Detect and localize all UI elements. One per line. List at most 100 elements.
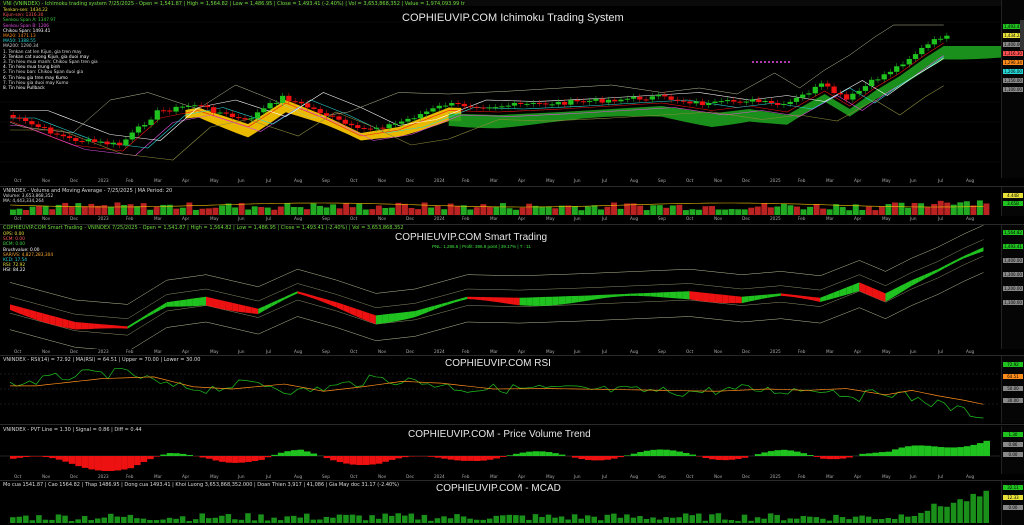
ichimoku-chart[interactable]: [0, 0, 1024, 178]
volume-bar: [467, 209, 474, 215]
candle: [931, 39, 937, 45]
candle: [35, 124, 41, 128]
ichimoku-pane[interactable]: VNI (VNINDEX) - Ichimoku trading system …: [0, 0, 1024, 178]
candle: [687, 101, 693, 104]
candle: [236, 117, 242, 119]
macd-bar: [689, 515, 695, 523]
smart-trading-pane[interactable]: COPHIEUVIP.COM Smart Trading - VNINDEX 7…: [0, 224, 1024, 349]
candle: [455, 103, 461, 105]
pvt-bar: [826, 456, 834, 460]
candle: [699, 101, 706, 106]
candle: [254, 112, 261, 119]
trend-fill: [944, 262, 951, 269]
trend-fill: [571, 295, 579, 304]
trend-fill: [617, 293, 625, 297]
candle: [117, 142, 123, 146]
trend-fill: [545, 296, 553, 306]
pvt-bar: [500, 456, 507, 457]
macd-pane[interactable]: Mo cua 1541.87 | Cao 1564.82 | Thap 1486…: [0, 481, 1024, 525]
volume-bar: [833, 204, 840, 215]
candle: [98, 141, 104, 143]
pvt-bar: [637, 452, 644, 456]
candle: [712, 101, 718, 104]
macd-bar: [493, 515, 499, 523]
macd-bar: [643, 518, 650, 523]
volume-chart[interactable]: [0, 187, 1024, 216]
pvt-bar: [94, 456, 102, 471]
trend-fill: [911, 277, 919, 286]
date-label: May: [882, 178, 891, 183]
volume-bar: [794, 206, 800, 215]
rsi-pane[interactable]: VNINDEX - RSI(14) = 72.92 | MA(RSI) = 64…: [0, 356, 1024, 423]
pvt-bar: [976, 443, 984, 456]
volume-bar: [179, 207, 186, 215]
macd-bar: [715, 513, 722, 523]
candle: [593, 98, 599, 101]
candle: [424, 111, 430, 115]
candle: [173, 106, 179, 112]
volume-bar: [114, 202, 121, 215]
candle: [367, 128, 373, 130]
candle: [279, 95, 286, 103]
candle: [211, 107, 217, 113]
candle: [900, 64, 906, 67]
pvt-pane[interactable]: VNINDEX - PVT Line = 1.30 | Signal = 0.8…: [0, 426, 1024, 474]
volume-bar: [735, 209, 742, 215]
rsi-line: [9, 367, 984, 419]
pvt-bar: [304, 451, 311, 456]
macd-bar: [395, 513, 401, 523]
pvt-bar: [441, 456, 448, 459]
candle: [54, 133, 60, 135]
macd-bar: [650, 517, 656, 523]
date-label: Dec: [742, 216, 751, 221]
trend-fill: [356, 308, 363, 320]
pvt-bar: [794, 451, 801, 456]
date-label: Jul: [266, 216, 272, 221]
macd-bar: [186, 520, 192, 523]
date-label: Oct: [350, 349, 358, 354]
volume-bar: [225, 203, 232, 215]
axis-value-tag: 1,150.00: [1003, 78, 1023, 83]
trend-fill: [643, 292, 651, 297]
trend-fill: [918, 274, 925, 283]
axis-value-tag: 1,564.82: [1003, 230, 1023, 235]
trend-fill: [552, 296, 559, 306]
scrollbar[interactable]: [1020, 20, 1024, 50]
candle: [85, 139, 91, 142]
pvt-bar: [173, 453, 180, 456]
axis-value-tag: 0.00: [1003, 452, 1023, 457]
date-label: Oct: [14, 349, 22, 354]
axis-value-tag: 0.00: [1003, 505, 1023, 510]
volume-bar: [238, 203, 245, 215]
trend-fill: [212, 298, 220, 309]
pvt-bar: [258, 456, 265, 460]
pvt-bar: [382, 456, 389, 462]
trend-fill: [735, 296, 742, 304]
volume-pane[interactable]: VNINDEX - Volume and Moving Average - 7/…: [0, 187, 1024, 216]
trend-fill: [101, 324, 108, 329]
candle: [718, 101, 724, 103]
macd-bar: [415, 519, 421, 523]
volume-bar: [219, 205, 225, 215]
macd-bar: [264, 520, 271, 523]
macd-bar: [375, 518, 382, 523]
date-label: Dec: [742, 349, 751, 354]
volume-bar: [147, 209, 154, 215]
pvt-bar: [284, 451, 291, 456]
volume-bar: [297, 207, 304, 215]
trend-fill: [846, 284, 853, 295]
macd-bar: [545, 514, 552, 523]
macd-bar: [36, 515, 42, 523]
date-label: Mar: [490, 216, 498, 221]
macd-bar: [571, 514, 578, 523]
axis-value-tag: 1,493.41: [1003, 244, 1023, 249]
pvt-bar: [402, 456, 409, 458]
macd-bar: [402, 515, 408, 523]
date-label: Dec: [406, 216, 415, 221]
trend-fill: [192, 297, 200, 307]
volume-bar: [375, 205, 382, 215]
trend-fill: [304, 293, 311, 298]
candle: [480, 107, 486, 109]
candle: [937, 38, 944, 40]
pvt-bar: [905, 446, 912, 456]
